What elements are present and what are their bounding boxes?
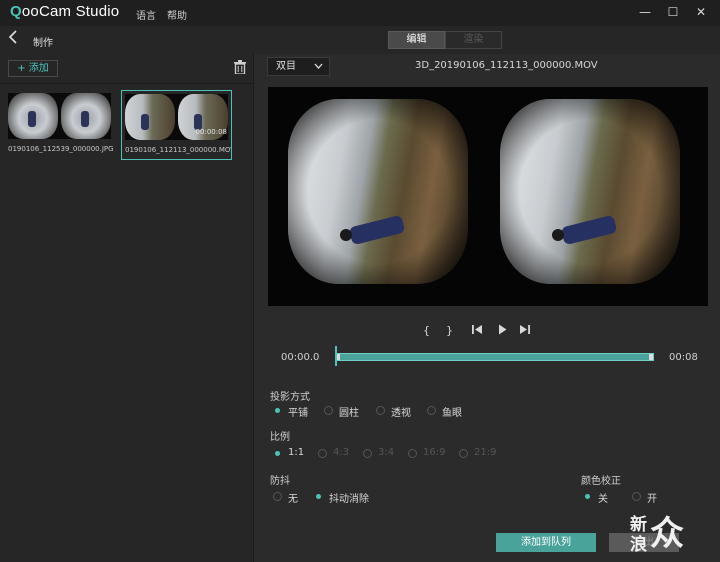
mark-out-button[interactable]: }	[446, 324, 453, 337]
stabilization-label-deshake: 抖动消除	[329, 494, 369, 505]
stabilization-label-none: 无	[288, 494, 298, 505]
projection-radio-perspective[interactable]	[376, 406, 385, 415]
ratio-radio-3-4[interactable]	[363, 449, 372, 458]
media-item-mov[interactable]: 00:00:08 0190106_112113_000000.MOV	[121, 90, 232, 160]
playhead[interactable]	[335, 346, 337, 366]
ratio-label-16-9: 16:9	[423, 447, 446, 458]
projection-label-flat: 平铺	[288, 408, 308, 419]
page-title: 制作	[33, 38, 53, 49]
trash-icon[interactable]	[234, 60, 246, 75]
color-correction-label-on: 开	[647, 494, 657, 505]
color-correction-radio-on[interactable]	[632, 492, 641, 501]
ratio-label-3-4: 3:4	[378, 447, 395, 458]
thumbnail-image	[8, 93, 111, 139]
tab-edit[interactable]: 编辑	[388, 31, 445, 49]
media-duration: 00:00:08	[195, 128, 227, 136]
projection-radio-cylinder[interactable]	[324, 406, 333, 415]
stabilization-radio-none[interactable]	[273, 492, 282, 501]
media-filename: 0190106_112539_000000.JPG	[8, 145, 114, 153]
right-eye-view	[500, 99, 680, 284]
editor-panel: 双目 3D_20190106_112113_000000.MOV { } 00:…	[255, 54, 720, 562]
divider	[0, 83, 253, 84]
play-icon[interactable]	[498, 324, 507, 338]
projection-label-fisheye: 鱼眼	[442, 408, 462, 419]
stabilization-title: 防抖	[270, 476, 290, 487]
timeline-track[interactable]	[335, 353, 654, 361]
ratio-label-21-9: 21:9	[474, 447, 497, 458]
minimize-icon[interactable]: —	[632, 3, 658, 21]
media-filename: 0190106_112113_000000.MOV	[125, 146, 231, 154]
left-eye-view	[288, 99, 468, 284]
projection-label-perspective: 透视	[391, 408, 411, 419]
close-icon[interactable]: ✕	[688, 3, 714, 21]
tab-render[interactable]: 渲染	[445, 31, 502, 49]
back-button[interactable]	[8, 30, 18, 48]
title-bar: QooCam Studio 语言 帮助 — ☐ ✕	[0, 0, 720, 26]
ratio-radio-21-9[interactable]	[459, 449, 468, 458]
view-mode-select[interactable]: 双目	[267, 57, 330, 76]
skip-end-icon[interactable]	[519, 324, 530, 338]
menu-language[interactable]: 语言	[136, 7, 156, 22]
add-to-queue-button[interactable]: 添加到队列	[496, 533, 596, 552]
ratio-radio-1-1[interactable]	[273, 449, 282, 458]
stabilization-radio-deshake[interactable]	[314, 492, 323, 501]
ratio-radio-4-3[interactable]	[318, 449, 327, 458]
sub-toolbar: 制作 编辑 渲染	[0, 26, 720, 54]
projection-radio-fisheye[interactable]	[427, 406, 436, 415]
ratio-label-4-3: 4:3	[333, 447, 350, 458]
projection-title: 投影方式	[270, 392, 310, 403]
timeline-end-time: 00:08	[669, 352, 698, 363]
color-correction-title: 颜色校正	[581, 476, 621, 487]
add-media-button[interactable]: + 添加	[8, 60, 58, 77]
skip-start-icon[interactable]	[472, 324, 483, 338]
maximize-icon[interactable]: ☐	[660, 3, 686, 21]
chevron-left-icon	[8, 30, 17, 44]
projection-radio-flat[interactable]	[273, 406, 282, 415]
media-library: + 添加 0190106_112539_000000.JPG 00:00:08 …	[0, 54, 254, 562]
current-filename: 3D_20190106_112113_000000.MOV	[415, 60, 598, 71]
app-logo: QooCam Studio	[10, 3, 120, 20]
ratio-title: 比例	[270, 432, 290, 443]
video-preview[interactable]	[268, 87, 708, 306]
trim-end-handle[interactable]	[649, 354, 653, 360]
chevron-down-icon	[314, 58, 323, 82]
color-correction-label-off: 关	[598, 494, 608, 505]
media-item-jpg[interactable]: 0190106_112539_000000.JPG	[5, 90, 116, 160]
color-correction-radio-off[interactable]	[583, 492, 592, 501]
watermark: 新 浪 众	[630, 514, 684, 555]
ratio-label-1-1: 1:1	[288, 447, 305, 458]
timeline-start-time: 00:00.0	[281, 352, 320, 363]
mark-in-button[interactable]: {	[423, 324, 430, 337]
ratio-radio-16-9[interactable]	[408, 449, 417, 458]
projection-label-cylinder: 圆柱	[339, 408, 359, 419]
menu-help[interactable]: 帮助	[167, 7, 187, 22]
